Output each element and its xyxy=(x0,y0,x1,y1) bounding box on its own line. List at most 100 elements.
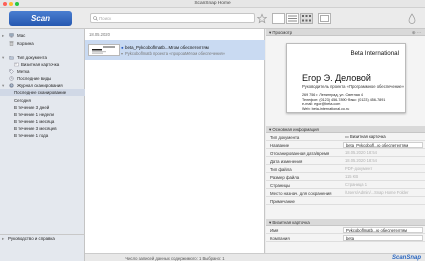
list-item-name: beta_Pykcoboflmatb...Мгом обеспетелтям xyxy=(125,45,209,50)
help-guide-label: Руководство и справка xyxy=(8,236,55,242)
star-icon[interactable] xyxy=(257,13,267,24)
zoom-icon[interactable]: ⊕ ⋯ xyxy=(412,29,421,36)
sidebar-item-label: Тип документа xyxy=(17,55,47,60)
sidebar-item-label: В течение 3 месяцев xyxy=(14,126,57,131)
info-label: Компания xyxy=(270,235,290,241)
title-bar: ScanSnap Home xyxy=(0,0,425,8)
tag-icon xyxy=(9,69,14,74)
sidebar-item-label: Метка xyxy=(17,69,30,74)
info-label: Страницы xyxy=(270,182,291,188)
info-row-note: Примечание xyxy=(266,197,425,205)
thumbnail-view-icon[interactable] xyxy=(300,13,313,24)
trash-icon xyxy=(9,41,14,46)
info-label: Дата изменения xyxy=(270,158,303,164)
history-icon xyxy=(9,83,14,88)
sidebar-item-mac[interactable]: ▸ Мас xyxy=(0,32,85,39)
info-row-modified-date: Дата изменения 18.05.2020 18:54 xyxy=(266,157,425,165)
sidebar-item-label: В течение 1 месяца xyxy=(14,119,55,124)
sidebar-item-label: Мас xyxy=(17,33,26,38)
info-label: Размер файла xyxy=(270,174,300,180)
disclosure-icon: ▾ xyxy=(2,83,5,88)
info-label: Тип документа xyxy=(270,134,300,140)
sidebar-item-today[interactable]: Сегодня xyxy=(0,97,85,104)
info-value: Страница 1 xyxy=(345,181,367,187)
info-row-scanned-date: Отсканированная дата/время 18.05.2020 18… xyxy=(266,149,425,157)
scansnap-logo: ScanSnap xyxy=(391,254,421,261)
info-row-pages: Страницы Страница 1 xyxy=(266,181,425,189)
info-row-file-type: Тип файла PDF-документ xyxy=(266,165,425,173)
sidebar-item-3-days[interactable]: В течение 3 дней xyxy=(0,104,85,111)
list-item-subtitle: Pykcoboflmatb прoекта «пророаМёгом обесп… xyxy=(125,51,226,56)
drop-icon[interactable] xyxy=(408,13,416,24)
disclosure-icon: ▸ xyxy=(2,33,5,38)
sidebar-item-trash[interactable]: Корзина xyxy=(0,40,85,47)
disclosure-icon: ▸ xyxy=(2,236,5,241)
info-label: Название xyxy=(270,142,290,148)
card-address-line: e-mail: egor@beta.com xyxy=(302,102,341,106)
sidebar-item-scan-history[interactable]: ▾ Журнал сканирования xyxy=(0,82,85,89)
sidebar-item-label: В течение 1 года xyxy=(14,133,49,138)
info-label: Примечание xyxy=(270,198,295,204)
single-view-icon[interactable] xyxy=(272,13,285,24)
card-row-company: Компания beta xyxy=(266,234,425,242)
info-row-name: Название beta_Pykcobofl...ю обеспетелтям xyxy=(266,141,425,149)
note-field[interactable] xyxy=(343,198,423,204)
doc-type-select[interactable]: ▭ Визитная карточка xyxy=(343,134,423,140)
info-value: 18.05.2020 18:54 xyxy=(345,157,377,163)
card-section-header[interactable]: ▾ Визитная карточка xyxy=(266,219,425,226)
status-bar: Число записей данных содержимого: 1 Выбр… xyxy=(85,253,425,261)
list-view-icon[interactable] xyxy=(286,13,299,24)
help-guide-link[interactable]: ▸ Руководство и справка xyxy=(0,234,85,242)
business-card-preview: Beta International Егор Э. Деловой Руков… xyxy=(286,43,406,113)
card-address-line: Телефон: (0123) 456-7890 Факс: (0123) 45… xyxy=(302,97,386,102)
carrier-view-icon[interactable] xyxy=(318,13,331,24)
card-thumbnail-icon xyxy=(92,46,115,54)
info-value: 115 KB xyxy=(345,173,359,179)
sidebar-item-business-card[interactable]: Визитная карточка xyxy=(0,61,85,68)
sidebar-item-label: В течение 1 недели xyxy=(14,112,54,117)
card-row-name: Имя Pykcoboflmatb...ю обеспетелтям xyxy=(266,226,425,234)
name-field[interactable]: beta_Pykcobofl...ю обеспетелтям xyxy=(343,141,423,149)
sidebar-item-label: В течение 3 дней xyxy=(14,105,50,110)
sidebar-item-recent-views[interactable]: Последние виды xyxy=(0,75,85,82)
preview-header-label: Просмотр xyxy=(272,30,292,35)
sidebar-item-1-month[interactable]: В течение 1 месяца xyxy=(0,118,85,125)
sidebar-item-1-week[interactable]: В течение 1 недели xyxy=(0,111,85,118)
card-section-label: Визитная карточка xyxy=(272,220,310,225)
info-value: PDF-документ xyxy=(345,165,373,171)
card-name-field[interactable]: Pykcoboflmatb...ю обеспетелтям xyxy=(343,226,423,234)
sidebar-item-doc-type[interactable]: ▾ Тип документа xyxy=(0,54,85,61)
sidebar-item-tag[interactable]: Метка xyxy=(0,68,85,75)
sidebar-item-3-months[interactable]: В течение 3 месяцев xyxy=(0,125,85,132)
card-address-line: 269 756 г. Ленинград, ул. Светлая 4 xyxy=(302,93,363,97)
toolbar: Scan Поиск xyxy=(0,8,425,29)
card-job-title: Руководитель проекта «Программное обеспе… xyxy=(302,84,405,89)
window-title: ScanSnap Home xyxy=(194,1,231,7)
info-label: Отсканированная дата/время xyxy=(270,150,330,156)
sidebar-item-label: Корзина xyxy=(17,41,34,46)
date-group-header: 18.05.2020 xyxy=(89,32,110,37)
scan-button[interactable]: Scan xyxy=(9,11,72,26)
info-header-label: Основная информация xyxy=(272,127,319,132)
card-address-line: Web: beta-international.co.ru xyxy=(302,106,350,111)
search-input[interactable]: Поиск xyxy=(90,13,255,23)
clock-icon xyxy=(9,76,14,81)
card-company-field[interactable]: beta xyxy=(343,234,423,242)
info-label: Место назнач. для сохранения xyxy=(270,190,332,196)
sidebar-item-label: Журнал сканирования xyxy=(17,83,63,88)
info-section-header[interactable]: ▾ Основная информация xyxy=(266,126,425,133)
preview-section-header[interactable]: ▾ Просмотр ⊕ ⋯ xyxy=(266,29,425,36)
list-item[interactable]: ● beta_Pykcoboflmatb...Мгом обеспетелтям… xyxy=(85,40,265,60)
folder-icon xyxy=(9,56,14,60)
sidebar-item-label: Последние виды xyxy=(17,76,52,81)
sidebar-item-1-year[interactable]: В течение 1 года xyxy=(0,132,85,139)
search-placeholder: Поиск xyxy=(99,16,112,21)
document-thumbnail xyxy=(88,44,120,56)
info-value: Визитная карточка xyxy=(350,133,386,139)
new-badge-icon: ● xyxy=(121,45,124,50)
sidebar-item-label: Визитная карточка xyxy=(21,62,60,67)
sidebar: ▸ Мас Корзина ▾ Тип документа Визитная к… xyxy=(0,29,85,261)
info-row-file-size: Размер файла 115 KB xyxy=(266,173,425,181)
sidebar-item-last-scan[interactable]: Последнее сканирование xyxy=(0,89,85,96)
sidebar-item-label: Последнее сканирование xyxy=(14,90,67,95)
